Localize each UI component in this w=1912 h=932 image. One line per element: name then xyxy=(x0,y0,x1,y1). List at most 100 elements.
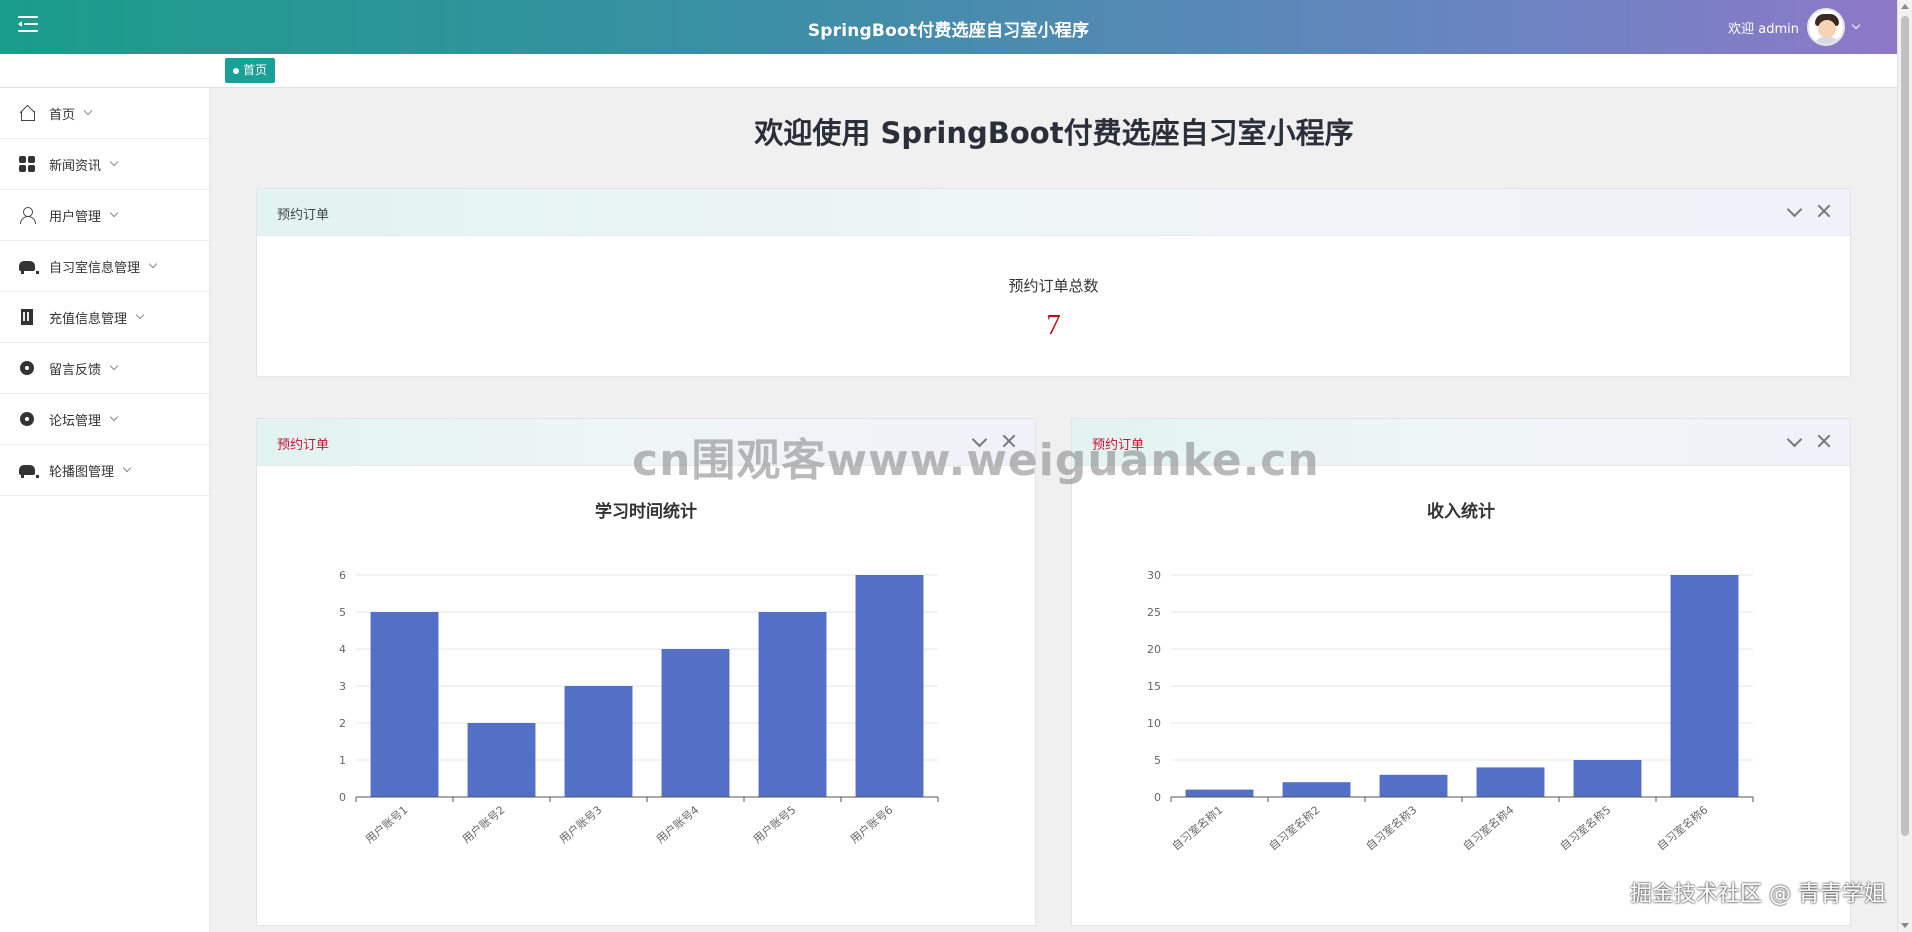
chevron-down-icon xyxy=(109,361,119,371)
sidebar-item-label: 轮播图管理 xyxy=(49,464,115,480)
sidebar-item-label: 自习室信息管理 xyxy=(49,260,141,276)
card-header: 预约订单 xyxy=(257,189,1850,236)
close-icon[interactable] xyxy=(1816,433,1832,449)
sidebar-item-news[interactable]: 新闻资讯 xyxy=(0,139,209,190)
card-tools xyxy=(1786,203,1832,219)
grid-icon xyxy=(19,156,35,172)
disc-icon xyxy=(19,360,35,376)
chevron-down-icon xyxy=(109,412,119,422)
car-icon xyxy=(19,462,39,478)
sidebar-item-label: 用户管理 xyxy=(49,209,102,225)
y-tick-label: 4 xyxy=(339,643,346,656)
x-tick-label: 用户账号6 xyxy=(847,803,895,847)
car-icon xyxy=(19,258,39,274)
close-icon[interactable] xyxy=(1001,433,1017,449)
user-menu[interactable]: 欢迎 admin xyxy=(1728,8,1861,46)
scroll-thumb[interactable] xyxy=(1901,16,1909,836)
y-tick-label: 5 xyxy=(1154,754,1161,767)
active-dot-icon xyxy=(233,67,239,74)
welcome-text: 欢迎 admin xyxy=(1728,21,1799,37)
card-tools xyxy=(971,433,1017,449)
sidebar-item-label: 新闻资讯 xyxy=(49,158,102,174)
y-tick-label: 2 xyxy=(339,717,346,730)
sidebar-item-label: 留言反馈 xyxy=(49,362,102,378)
disc-icon xyxy=(19,411,35,427)
sidebar: 首页 新闻资讯 用户管理 自习室信息管理 充值信息管理 留言反馈 论坛管理 轮播… xyxy=(0,88,210,932)
x-tick-label: 自习室名称3 xyxy=(1363,803,1419,854)
tab-label: 首页 xyxy=(243,63,268,77)
close-icon[interactable] xyxy=(1816,203,1832,219)
scroll-down-icon[interactable] xyxy=(1901,923,1909,928)
collapse-icon[interactable] xyxy=(1786,203,1802,219)
study-time-bar-chart: 0 1 2 3 4 5 6 用户账号1 用户账号2 用户账号3 用户账号4 用户账号5 用户账号6 xyxy=(339,569,939,847)
sidebar-item-study-room[interactable]: 自习室信息管理 xyxy=(0,241,209,292)
chevron-down-icon xyxy=(109,208,119,218)
bar xyxy=(1282,782,1351,797)
card-header: 预约订单 xyxy=(1072,419,1850,466)
bar xyxy=(1670,575,1739,797)
y-tick-label: 5 xyxy=(339,606,346,619)
bar xyxy=(1185,789,1254,797)
x-tick-label: 用户账号5 xyxy=(750,803,798,847)
bar xyxy=(564,686,633,797)
y-tick-label: 30 xyxy=(1147,569,1161,582)
user-icon xyxy=(19,207,36,224)
collapse-icon[interactable] xyxy=(1786,433,1802,449)
sidebar-item-carousel[interactable]: 轮播图管理 xyxy=(0,445,209,496)
top-header: SpringBoot付费选座自习室小程序 欢迎 admin xyxy=(0,0,1897,54)
sidebar-item-forum[interactable]: 论坛管理 xyxy=(0,394,209,445)
sidebar-item-users[interactable]: 用户管理 xyxy=(0,190,209,241)
x-tick-label: 自习室名称5 xyxy=(1557,803,1613,854)
bar xyxy=(467,723,536,797)
x-tick-label: 自习室名称4 xyxy=(1460,803,1516,854)
x-tick-label: 用户账号1 xyxy=(362,803,410,847)
chart-title: 收入统计 xyxy=(1427,502,1495,522)
bar xyxy=(1379,774,1448,797)
study-time-chart-card: 预约订单 学习时间统计 0 1 2 3 4 5 6 用户账号1 用户账号2 用户账号3 用户账号4 用… xyxy=(256,418,1036,926)
sidebar-item-label: 首页 xyxy=(49,107,76,123)
avatar[interactable] xyxy=(1807,8,1845,46)
bar xyxy=(758,612,827,797)
x-tick-label: 自习室名称2 xyxy=(1266,803,1322,854)
chevron-down-icon xyxy=(109,157,119,167)
summary-card: 预约订单 预约订单总数 7 xyxy=(256,188,1851,377)
sidebar-item-label: 充值信息管理 xyxy=(49,311,128,327)
sidebar-item-feedback[interactable]: 留言反馈 xyxy=(0,343,209,394)
x-tick-label: 用户账号4 xyxy=(653,803,701,847)
sidebar-item-home[interactable]: 首页 xyxy=(0,88,209,139)
card-header: 预约订单 xyxy=(257,419,1035,466)
y-tick-label: 0 xyxy=(339,791,346,804)
building-icon xyxy=(19,309,35,325)
main-content: 欢迎使用 SpringBoot付费选座自习室小程序 预约订单 预约订单总数 7 … xyxy=(211,88,1897,932)
vertical-scrollbar[interactable] xyxy=(1897,0,1912,932)
chevron-down-icon[interactable] xyxy=(1851,20,1861,30)
chart-title: 学习时间统计 xyxy=(595,502,697,522)
x-tick-label: 用户账号3 xyxy=(556,803,604,847)
x-tick-label: 自习室名称1 xyxy=(1169,803,1225,854)
bar xyxy=(855,575,924,797)
tab-home[interactable]: 首页 xyxy=(225,58,276,83)
card-title: 预约订单 xyxy=(277,438,330,453)
y-tick-label: 6 xyxy=(339,569,346,582)
y-tick-label: 3 xyxy=(339,680,346,693)
y-tick-label: 15 xyxy=(1147,680,1161,693)
card-title: 预约订单 xyxy=(1092,438,1145,453)
sidebar-item-recharge[interactable]: 充值信息管理 xyxy=(0,292,209,343)
card-tools xyxy=(1786,433,1832,449)
bar xyxy=(661,649,730,797)
y-tick-label: 25 xyxy=(1147,606,1161,619)
chevron-down-icon xyxy=(135,310,145,320)
income-chart-card: 预约订单 收入统计 0 5 10 15 20 25 30 自习室名称1 自习室名称2 自习室名称3… xyxy=(1071,418,1851,926)
card-title: 预约订单 xyxy=(277,208,330,223)
bar xyxy=(370,612,439,797)
scroll-up-icon[interactable] xyxy=(1901,4,1909,9)
collapse-icon[interactable] xyxy=(971,433,987,449)
stat-value: 7 xyxy=(1046,309,1061,341)
x-tick-label: 用户账号2 xyxy=(459,803,507,847)
bar xyxy=(1476,767,1545,797)
page-title: 欢迎使用 SpringBoot付费选座自习室小程序 xyxy=(754,116,1354,150)
chevron-down-icon xyxy=(148,259,158,269)
y-tick-label: 1 xyxy=(339,754,346,767)
sidebar-item-label: 论坛管理 xyxy=(49,413,102,429)
app-title: SpringBoot付费选座自习室小程序 xyxy=(807,21,1090,41)
